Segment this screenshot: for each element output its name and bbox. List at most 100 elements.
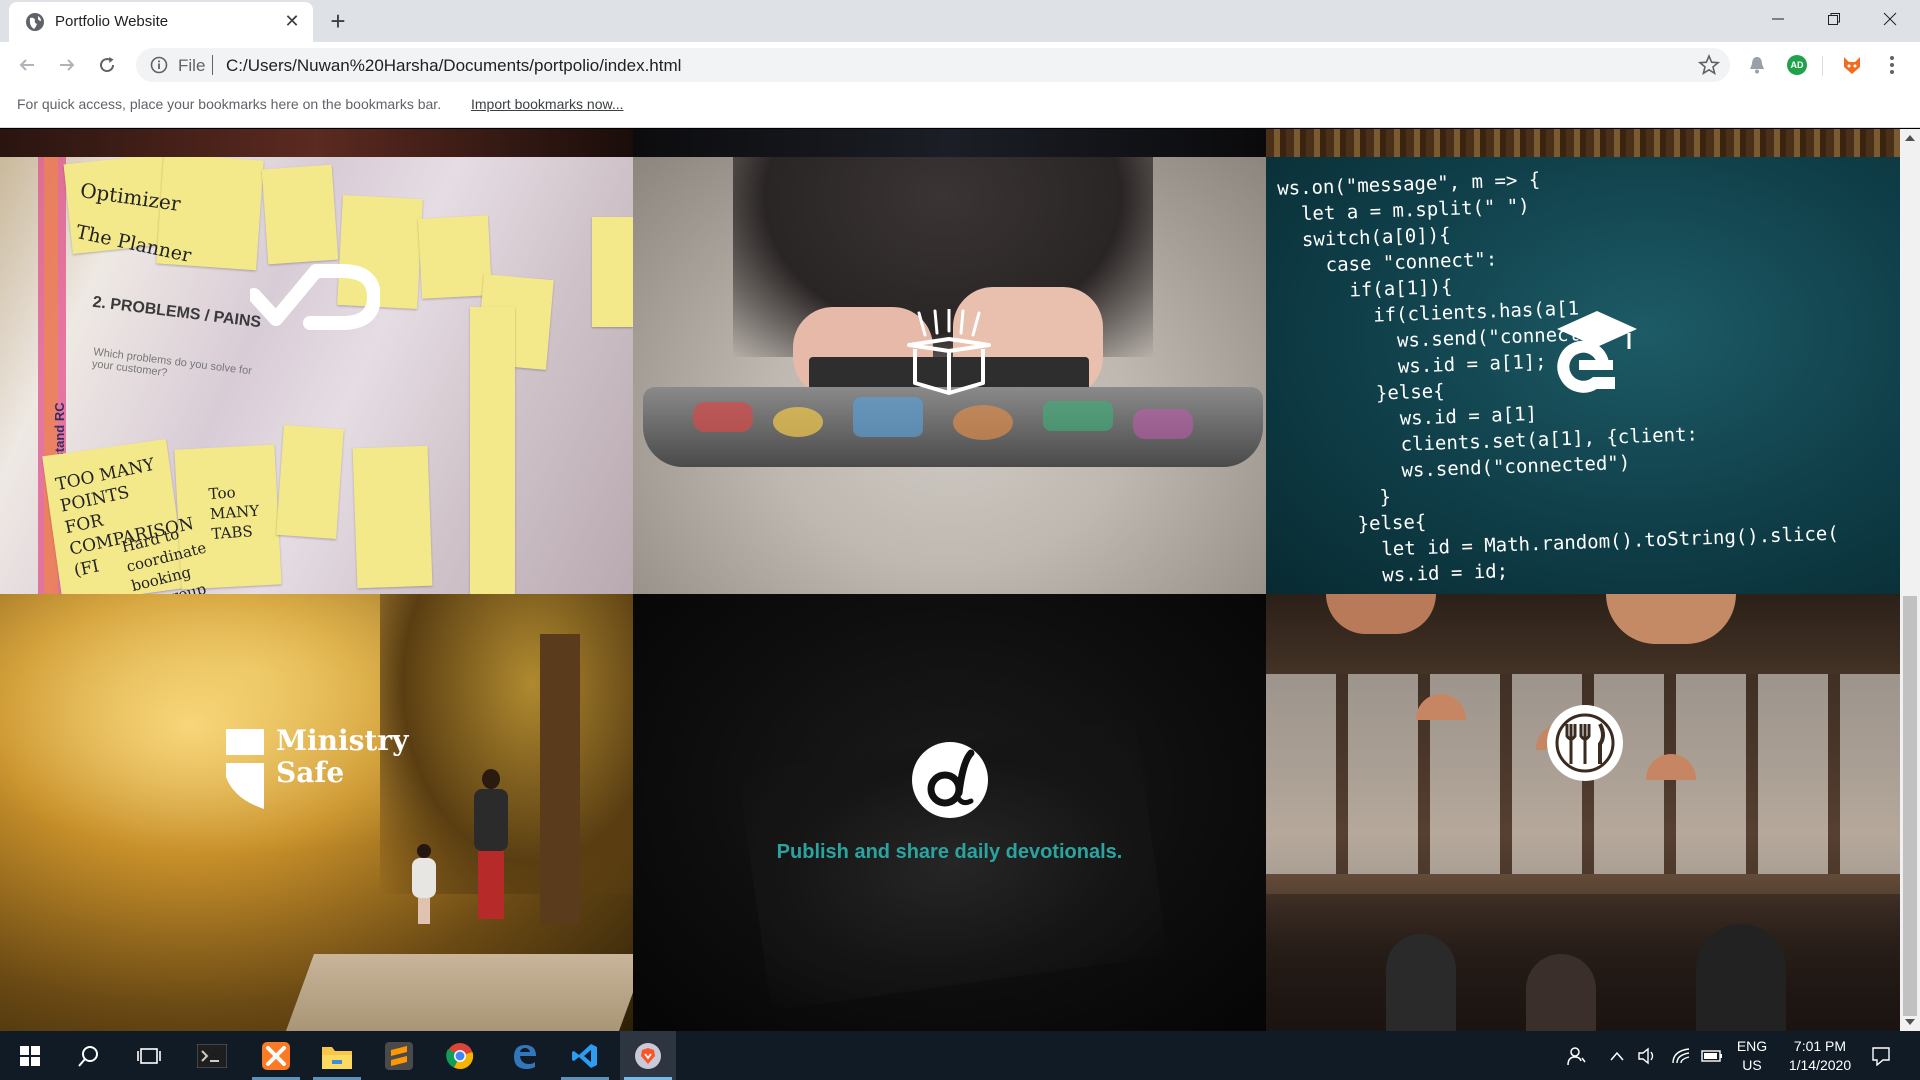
browser-menu-button[interactable] bbox=[1880, 53, 1904, 77]
search-icon bbox=[78, 1045, 98, 1067]
code-line: if(a[1]){ bbox=[1280, 275, 1453, 304]
clock-date: 1/14/2020 bbox=[1788, 1057, 1852, 1073]
taskbar-app-xampp[interactable] bbox=[248, 1031, 304, 1080]
portfolio-tile-ministry-safe[interactable]: Ministry Safe bbox=[0, 594, 633, 1031]
windows-taskbar: ENG US 7:01 PM 1/14/2020 bbox=[0, 1031, 1920, 1080]
tray-volume-button[interactable] bbox=[1636, 1031, 1658, 1080]
back-button[interactable] bbox=[13, 51, 41, 79]
browser-titlebar: Portfolio Website ✕ + bbox=[0, 0, 1920, 42]
pendant-lamp bbox=[1606, 594, 1736, 644]
portfolio-tile-vd[interactable]: Understand RC Optimizer The Planner 2. P… bbox=[0, 157, 633, 594]
chevron-up-icon bbox=[1610, 1051, 1624, 1060]
d-circle-logo-icon bbox=[912, 742, 988, 818]
ministry-safe-logo-line1: Ministry bbox=[276, 724, 409, 757]
ministry-safe-shield-icon bbox=[226, 729, 264, 809]
more-vertical-icon bbox=[1890, 56, 1894, 74]
laptop-sticker bbox=[953, 405, 1013, 440]
taskbar-app-vscode[interactable] bbox=[557, 1031, 613, 1080]
taskbar-app-sublime-text[interactable] bbox=[371, 1031, 427, 1080]
sidewalk bbox=[285, 954, 633, 1031]
terminal-icon bbox=[197, 1043, 227, 1068]
sticky-note bbox=[276, 425, 344, 539]
address-url[interactable]: C:/Users/Nuwan%20Harsha/Documents/portpo… bbox=[226, 56, 681, 76]
taskbar-app-file-explorer[interactable] bbox=[309, 1031, 365, 1080]
code-line: } bbox=[1287, 486, 1392, 512]
extension-bell-button[interactable] bbox=[1745, 53, 1769, 77]
code-line: ws.id = id; bbox=[1290, 560, 1509, 590]
code-line: switch(a[0]){ bbox=[1278, 223, 1451, 252]
tray-show-hidden-button[interactable] bbox=[1608, 1031, 1626, 1080]
page-scrollbar[interactable] bbox=[1900, 129, 1920, 1031]
taskbar-app-edge[interactable] bbox=[496, 1031, 552, 1080]
windows-logo-icon bbox=[20, 1045, 40, 1066]
code-line: }else{ bbox=[1284, 380, 1445, 408]
extension-avatar-label: AD bbox=[1790, 60, 1804, 70]
tray-language-indicator[interactable]: ENG US bbox=[1732, 1037, 1772, 1075]
tray-clock[interactable]: 7:01 PM 1/14/2020 bbox=[1770, 1037, 1870, 1075]
open-box-icon bbox=[907, 309, 991, 395]
scrollbar-thumb[interactable] bbox=[1903, 596, 1917, 1016]
speaker-icon bbox=[1638, 1047, 1654, 1064]
tray-network-button[interactable] bbox=[1670, 1031, 1692, 1080]
pendant-lamp bbox=[1326, 594, 1436, 634]
reload-button[interactable] bbox=[93, 51, 121, 79]
minimize-button[interactable] bbox=[1750, 0, 1806, 38]
start-button[interactable] bbox=[2, 1031, 58, 1080]
devotionals-caption: Publish and share daily devotionals. bbox=[776, 841, 1123, 863]
laptop-sticker bbox=[853, 397, 923, 437]
info-icon[interactable] bbox=[150, 56, 168, 74]
brave-icon bbox=[635, 1042, 661, 1069]
taskbar-app-terminal[interactable] bbox=[184, 1031, 240, 1080]
e-graduation-cap-icon bbox=[1557, 311, 1637, 393]
search-button[interactable] bbox=[61, 1031, 117, 1080]
restore-icon bbox=[1828, 13, 1840, 25]
browser-tab[interactable]: Portfolio Website ✕ bbox=[9, 2, 313, 42]
people-icon bbox=[1567, 1046, 1586, 1065]
extension-avatar-button[interactable]: AD bbox=[1785, 53, 1809, 77]
portfolio-tile-box[interactable] bbox=[633, 157, 1266, 594]
close-window-button[interactable] bbox=[1862, 0, 1918, 38]
taskbar-app-brave[interactable] bbox=[620, 1031, 676, 1080]
bookmarks-bar: For quick access, place your bookmarks h… bbox=[0, 88, 1920, 128]
battery-icon bbox=[1701, 1049, 1722, 1062]
laptop-sticker bbox=[693, 402, 753, 432]
tree-trunk bbox=[540, 634, 580, 924]
diner-silhouette bbox=[1696, 924, 1786, 1031]
tray-people-button[interactable] bbox=[1564, 1031, 1588, 1080]
taskbar-app-chrome[interactable] bbox=[432, 1031, 488, 1080]
previous-row-strip-left bbox=[0, 129, 633, 157]
vd-logo-icon bbox=[250, 264, 380, 330]
extension-fox-button[interactable] bbox=[1840, 53, 1864, 77]
code-line: ws.id = a[1]; bbox=[1283, 350, 1547, 382]
bell-extension-icon bbox=[1750, 57, 1764, 74]
address-separator bbox=[212, 55, 213, 75]
language-region: US bbox=[1742, 1057, 1762, 1073]
new-tab-button[interactable]: + bbox=[324, 8, 352, 36]
tab-title: Portfolio Website bbox=[55, 13, 169, 30]
star-icon[interactable] bbox=[1698, 54, 1720, 76]
arrow-left-icon bbox=[19, 59, 34, 71]
restore-button[interactable] bbox=[1806, 0, 1862, 38]
minimize-icon bbox=[1772, 18, 1784, 20]
arrow-right-icon bbox=[60, 59, 75, 71]
import-bookmarks-link[interactable]: Import bookmarks now... bbox=[471, 96, 624, 112]
address-bar[interactable]: File C:/Users/Nuwan%20Harsha/Documents/p… bbox=[136, 48, 1730, 82]
code-line: }else{ bbox=[1288, 510, 1427, 538]
tray-battery-button[interactable] bbox=[1700, 1031, 1724, 1080]
scroll-down-arrow-icon[interactable] bbox=[1905, 1019, 1915, 1025]
code-line: ws.id = a[1] bbox=[1285, 403, 1538, 434]
previous-row-strip-middle bbox=[633, 129, 1266, 157]
browser-toolbar: File C:/Users/Nuwan%20Harsha/Documents/p… bbox=[0, 42, 1920, 88]
vscode-icon bbox=[572, 1043, 597, 1068]
folder-icon bbox=[322, 1046, 352, 1069]
diner-silhouette bbox=[1386, 934, 1456, 1031]
address-scheme: File bbox=[178, 56, 206, 75]
close-tab-icon[interactable]: ✕ bbox=[281, 10, 303, 32]
portfolio-tile-daily-devotionals[interactable]: Publish and share daily devotionals. bbox=[633, 594, 1266, 1031]
task-view-button[interactable] bbox=[121, 1031, 177, 1080]
portfolio-tile-e-learning[interactable]: ws.on("message", m => { let a = m.split(… bbox=[1266, 157, 1900, 594]
scroll-up-arrow-icon[interactable] bbox=[1905, 135, 1915, 141]
portfolio-tile-restaurant[interactable] bbox=[1266, 594, 1900, 1031]
action-center-button[interactable] bbox=[1866, 1031, 1896, 1080]
forward-button[interactable] bbox=[53, 51, 81, 79]
